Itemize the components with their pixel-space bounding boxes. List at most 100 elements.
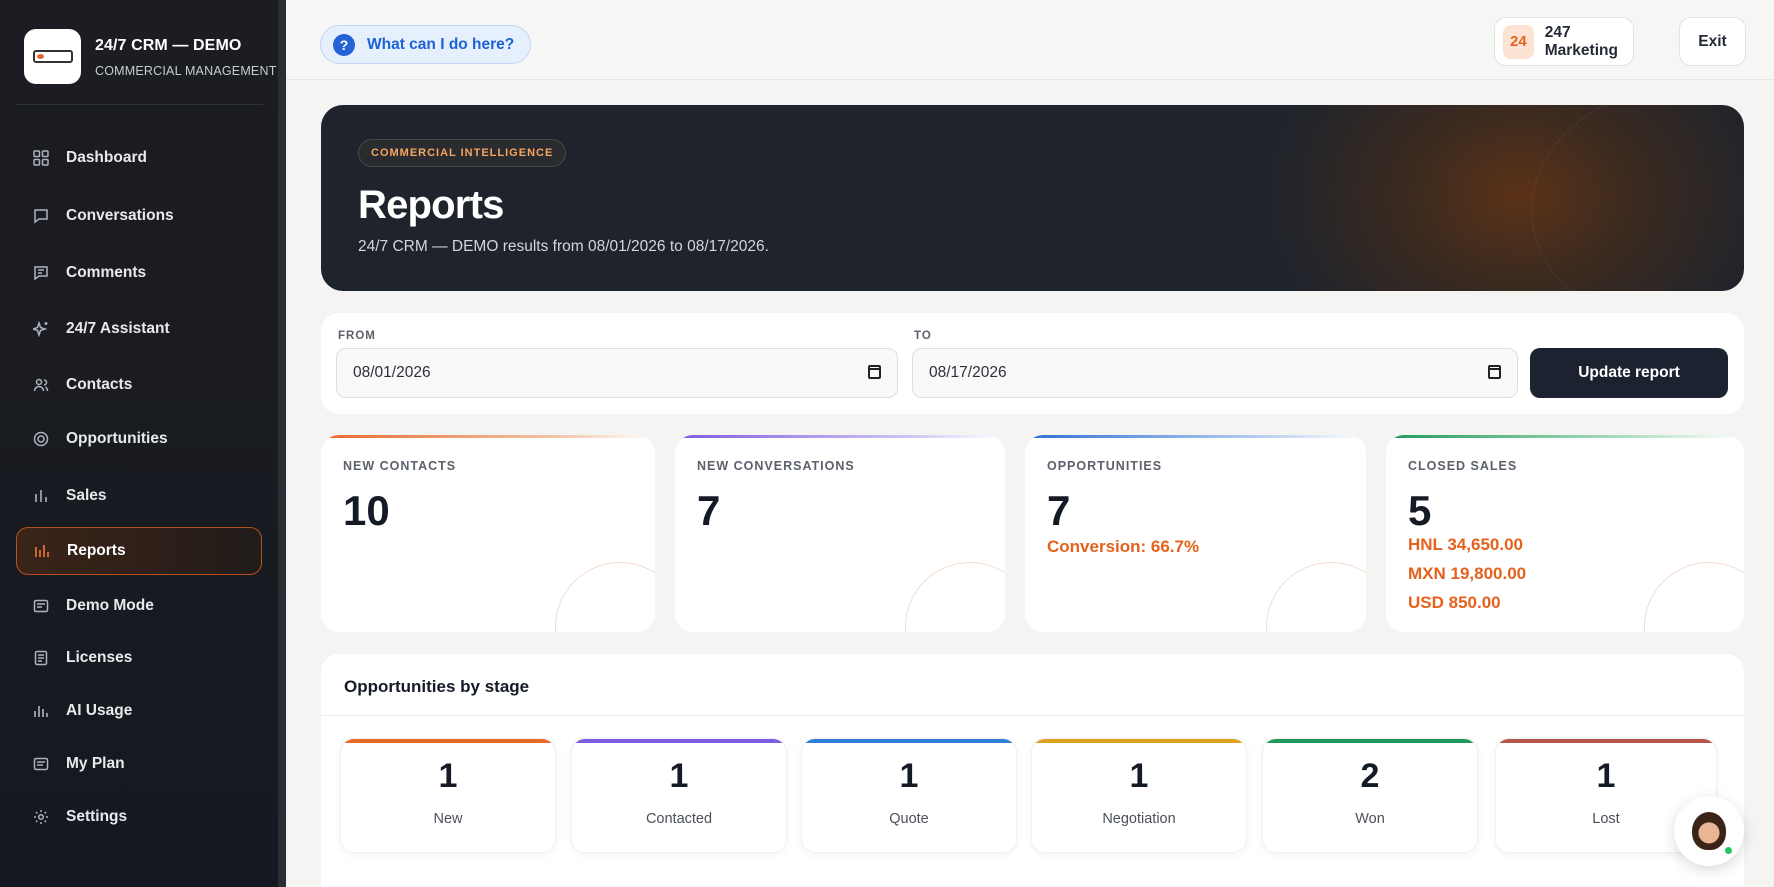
- sidebar-item-contacts[interactable]: Contacts: [16, 361, 262, 409]
- accent-bar: [675, 435, 1005, 438]
- stage-count: 1: [438, 757, 458, 795]
- comment-lines-icon: [32, 264, 50, 282]
- from-label: FROM: [338, 330, 376, 342]
- page-title: Reports: [358, 183, 504, 227]
- topbar: ? What can I do here? 24 247 Marketing E…: [286, 0, 1774, 80]
- chat-bubble-icon: [32, 207, 50, 225]
- to-label: TO: [914, 330, 932, 342]
- sidebar-item-assistant[interactable]: 24/7 Assistant: [16, 305, 262, 353]
- accent-bar: [1032, 739, 1246, 743]
- stage-card-new[interactable]: 1 New: [340, 738, 556, 853]
- decorative-ring: [1531, 105, 1744, 291]
- decorative-circle: [1266, 562, 1366, 632]
- sidebar-item-label: 24/7 Assistant: [66, 320, 170, 337]
- card-icon: [32, 597, 50, 615]
- target-icon: [32, 430, 50, 448]
- stat-label: CLOSED SALES: [1408, 459, 1518, 473]
- from-date-value: 08/01/2026: [353, 364, 431, 381]
- sidebar-item-label: Comments: [66, 264, 147, 281]
- usage-bars-icon: [32, 702, 50, 720]
- sidebar-item-label: Licenses: [66, 649, 133, 666]
- sales-amount-mxn: MXN 19,800.00: [1408, 564, 1527, 583]
- brand-subtitle: COMMERCIAL MANAGEMENT: [95, 64, 277, 78]
- stage-count: 1: [899, 757, 919, 795]
- online-status-indicator: [1723, 845, 1734, 856]
- update-report-button[interactable]: Update report: [1530, 348, 1728, 398]
- hero-tag: COMMERCIAL INTELLIGENCE: [358, 139, 567, 167]
- sidebar-item-sales[interactable]: Sales: [16, 472, 262, 520]
- accent-bar: [1386, 435, 1744, 438]
- sidebar-item-opportunities[interactable]: Opportunities: [16, 415, 262, 463]
- gear-icon: [32, 808, 50, 826]
- from-date-input[interactable]: 08/01/2026: [336, 348, 898, 398]
- workspace-switcher[interactable]: 24 247 Marketing: [1494, 17, 1634, 66]
- sidebar: 24/7 CRM — DEMO COMMERCIAL MANAGEMENT Da…: [0, 0, 286, 887]
- sidebar-item-label: Settings: [66, 808, 128, 825]
- sidebar-item-demo-mode[interactable]: Demo Mode: [16, 582, 262, 630]
- sidebar-item-label: Sales: [66, 487, 107, 504]
- brand-title: 24/7 CRM — DEMO: [95, 37, 242, 54]
- plan-icon: [32, 755, 50, 773]
- calendar-icon[interactable]: [1488, 365, 1501, 379]
- stat-card-new-conversations: NEW CONVERSATIONS 7: [675, 435, 1005, 632]
- document-icon: [32, 649, 50, 667]
- stat-card-opportunities: OPPORTUNITIES 7 Conversion: 66.7%: [1025, 435, 1366, 632]
- sidebar-item-label: Reports: [67, 542, 126, 559]
- stage-count: 2: [1360, 757, 1380, 795]
- to-date-input[interactable]: 08/17/2026: [912, 348, 1518, 398]
- calendar-icon[interactable]: [868, 365, 881, 379]
- stat-label: NEW CONVERSATIONS: [697, 459, 855, 473]
- sidebar-item-label: Conversations: [66, 207, 174, 224]
- stat-card-new-contacts: NEW CONTACTS 10: [321, 435, 655, 632]
- accent-bar: [321, 435, 655, 438]
- accent-bar: [1263, 739, 1477, 743]
- grid-icon: [32, 149, 50, 167]
- sales-amount-usd: USD 850.00: [1408, 593, 1501, 612]
- sidebar-item-dashboard[interactable]: Dashboard: [16, 134, 262, 182]
- sidebar-item-label: Contacts: [66, 376, 133, 393]
- sparkle-icon: [32, 320, 50, 338]
- section-title: Opportunities by stage: [344, 677, 530, 696]
- stat-label: OPPORTUNITIES: [1047, 459, 1163, 473]
- to-date-value: 08/17/2026: [929, 364, 1007, 381]
- bar-chart-icon: [32, 487, 50, 505]
- accent-bar: [1025, 435, 1366, 438]
- decorative-circle: [1644, 562, 1744, 632]
- sidebar-item-reports[interactable]: Reports: [16, 527, 262, 575]
- page-subtitle: 24/7 CRM — DEMO results from 08/01/2026 …: [358, 238, 769, 255]
- stage-name: Quote: [889, 811, 929, 827]
- sidebar-item-licenses[interactable]: Licenses: [16, 634, 262, 682]
- stage-card-negotiation[interactable]: 1 Negotiation: [1031, 738, 1247, 853]
- sidebar-item-comments[interactable]: Comments: [16, 249, 262, 297]
- stage-card-quote[interactable]: 1 Quote: [801, 738, 1017, 853]
- workspace-badge: 24: [1503, 24, 1534, 59]
- exit-button[interactable]: Exit: [1679, 17, 1746, 66]
- sidebar-item-label: Demo Mode: [66, 597, 154, 614]
- stat-label: NEW CONTACTS: [343, 459, 457, 473]
- stage-count: 1: [669, 757, 689, 795]
- chat-assistant-button[interactable]: [1674, 796, 1744, 866]
- sales-amount-hnl: HNL 34,650.00: [1408, 535, 1523, 554]
- brand[interactable]: 24/7 CRM — DEMO COMMERCIAL MANAGEMENT: [24, 29, 277, 84]
- sidebar-item-label: Opportunities: [66, 430, 168, 447]
- stat-value: 10: [343, 487, 390, 534]
- stat-card-closed-sales: CLOSED SALES 5 HNL 34,650.00 MXN 19,800.…: [1386, 435, 1744, 632]
- stat-value: 7: [697, 487, 721, 534]
- conversion-rate: Conversion: 66.7%: [1047, 537, 1200, 556]
- users-icon: [32, 376, 50, 394]
- help-button[interactable]: ? What can I do here?: [320, 25, 532, 64]
- stage-name: Negotiation: [1102, 811, 1176, 827]
- sidebar-item-conversations[interactable]: Conversations: [16, 192, 262, 240]
- stage-count: 1: [1129, 757, 1149, 795]
- accent-bar: [572, 739, 786, 743]
- accent-bar: [341, 739, 555, 743]
- sidebar-item-label: Dashboard: [66, 149, 147, 166]
- stage-card-won[interactable]: 2 Won: [1262, 738, 1478, 853]
- assistant-avatar: [1692, 812, 1726, 850]
- sidebar-item-my-plan[interactable]: My Plan: [16, 740, 262, 788]
- accent-bar: [1496, 739, 1716, 743]
- sidebar-item-settings[interactable]: Settings: [16, 793, 262, 841]
- decorative-circle: [555, 562, 655, 632]
- stage-card-contacted[interactable]: 1 Contacted: [571, 738, 787, 853]
- sidebar-item-ai-usage[interactable]: AI Usage: [16, 687, 262, 735]
